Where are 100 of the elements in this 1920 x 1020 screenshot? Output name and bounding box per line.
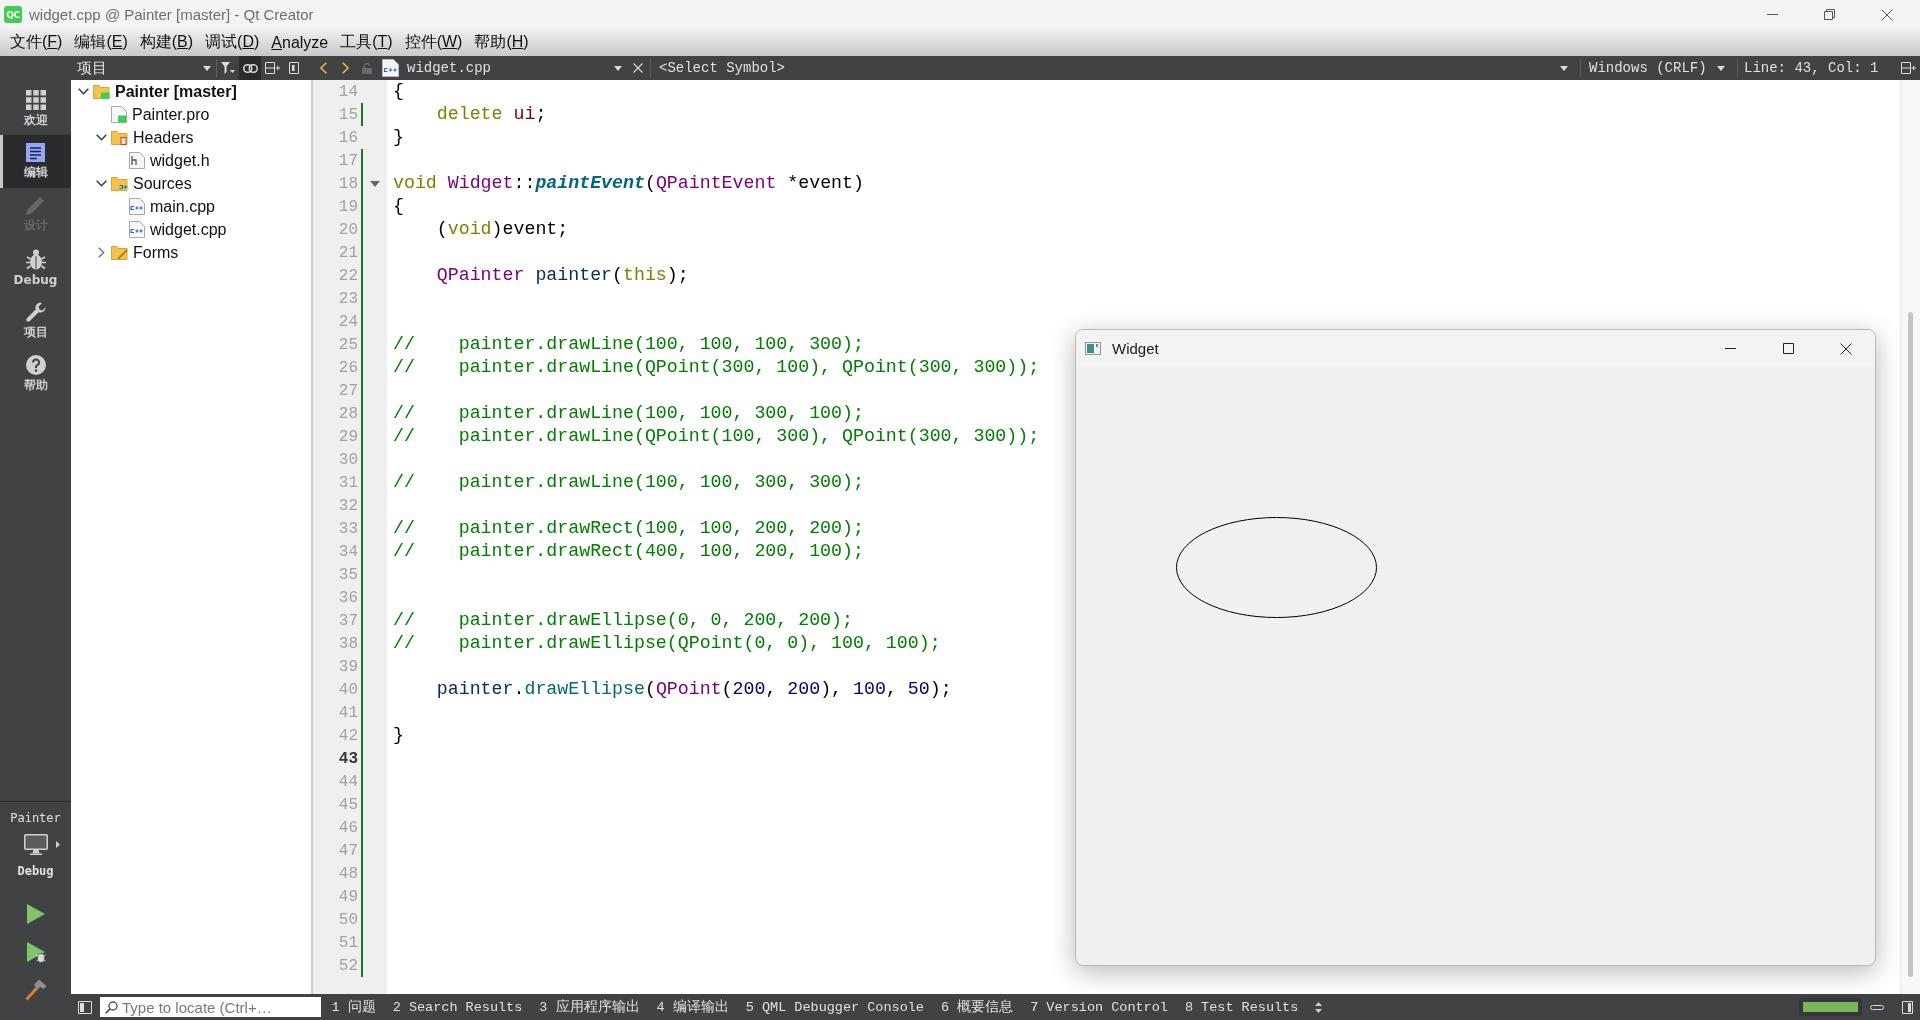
fold-marker-icon[interactable]: [370, 180, 380, 187]
chevron-right-icon[interactable]: [341, 62, 349, 74]
chevron-right-icon[interactable]: [97, 247, 105, 258]
output-pane-button[interactable]: 2 Search Results: [384, 994, 531, 1020]
target-selector[interactable]: Painter Debug: [0, 802, 71, 879]
chevron-down-icon[interactable]: [77, 88, 89, 95]
filter-icon[interactable]: [221, 62, 235, 74]
output-pane-button[interactable]: 6 概要信息: [932, 994, 1022, 1020]
code-line: }: [393, 126, 404, 149]
menu-item[interactable]: Analyze: [265, 29, 335, 56]
line-number: 43: [338, 749, 358, 768]
tree-item[interactable]: Painter [master]: [115, 82, 237, 101]
cursor-position[interactable]: Line: 43, Col: 1: [1740, 56, 1896, 80]
code-line: // painter.drawEllipse(QPoint(0, 0), 100, 100);: [393, 632, 941, 655]
code-line: // painter.drawEllipse(0, 0, 200, 200);: [393, 609, 853, 632]
chevron-down-icon[interactable]: [95, 134, 107, 141]
grid-icon: [25, 90, 46, 110]
code-line: delete ui;: [436, 103, 547, 126]
line-number: 25: [338, 335, 358, 354]
menu-item[interactable]: 工具(T): [334, 29, 399, 56]
hammer-icon[interactable]: [24, 979, 47, 1001]
up-down-arrows-icon[interactable]: [1314, 1001, 1322, 1013]
menu-item[interactable]: 帮助(H): [468, 29, 535, 56]
line-ending-selector[interactable]: Windows (CRLF): [1583, 56, 1733, 80]
code-line: // painter.drawLine(QPoint(300, 100), QPoint(300, 300));: [393, 356, 1040, 379]
sidebar-toggle-icon[interactable]: [78, 1000, 92, 1014]
code-line: // painter.drawLine(QPoint(100, 300), QPoint(300, 300));: [393, 425, 1040, 448]
link-toggle-button[interactable]: [239, 56, 261, 80]
mode-button[interactable]: 编辑: [0, 135, 71, 188]
document-icon: [26, 143, 45, 162]
caret-icon: [1717, 65, 1725, 71]
chevron-left-icon[interactable]: [319, 62, 327, 74]
mode-button[interactable]: Debug: [0, 241, 71, 294]
line-number: 49: [338, 887, 358, 906]
code-line: // painter.drawLine(100, 100, 300, 100);: [393, 402, 864, 425]
split-add-icon[interactable]: [1900, 62, 1916, 74]
line-number: 36: [338, 588, 358, 607]
close-icon[interactable]: [1840, 342, 1852, 355]
locator-field[interactable]: Type to locate (Ctrl+…: [100, 997, 321, 1017]
code-line: // painter.drawLine(100, 100, 100, 300);: [393, 333, 864, 356]
line-number: 19: [338, 197, 358, 216]
tree-item[interactable]: Headers: [133, 128, 194, 147]
chevron-down-icon[interactable]: [95, 180, 107, 187]
play-icon[interactable]: [26, 904, 45, 924]
line-number: 35: [338, 565, 358, 584]
folder-icon: [111, 176, 128, 191]
menu-item[interactable]: 调试(D): [199, 29, 266, 56]
split-add-icon[interactable]: [264, 62, 280, 74]
scrollbar[interactable]: [1900, 80, 1920, 994]
file-icon: [111, 106, 127, 123]
app-logo: QC: [4, 6, 22, 23]
maximize-icon[interactable]: [1782, 343, 1794, 354]
code-line: }: [393, 724, 404, 747]
sidebar-toggle-icon[interactable]: [1902, 1000, 1913, 1014]
line-number: 37: [338, 611, 358, 630]
close-icon[interactable]: [1880, 8, 1893, 21]
folder-icon: [111, 245, 128, 260]
mode-button[interactable]: 帮助: [0, 347, 71, 400]
help-icon: [25, 355, 46, 375]
file-icon: [129, 152, 145, 169]
symbol-selector[interactable]: <Select Symbol>: [653, 56, 1576, 80]
line-number: 14: [338, 82, 358, 101]
tree-item[interactable]: widget.cpp: [150, 220, 227, 239]
menu-item[interactable]: 构建(B): [133, 29, 200, 56]
menu-item[interactable]: 控件(W): [398, 29, 469, 56]
link-icon: [242, 63, 258, 73]
window-title: widget.cpp @ Painter [master] - Qt Creator: [29, 6, 314, 23]
progress-details-icon[interactable]: [1870, 1004, 1884, 1010]
code-line: {: [393, 80, 404, 103]
menu-item[interactable]: 编辑(E): [68, 29, 134, 56]
menu-item[interactable]: 文件(F): [4, 29, 69, 56]
tree-item[interactable]: widget.h: [150, 151, 210, 170]
tree-item[interactable]: Sources: [133, 174, 192, 193]
tree-item[interactable]: main.cpp: [150, 197, 215, 216]
output-pane-button[interactable]: 4 编译输出: [648, 994, 738, 1020]
bug-icon: [25, 249, 46, 270]
line-number: 27: [338, 381, 358, 400]
output-pane-button[interactable]: 3 应用程序输出: [530, 994, 649, 1020]
scrollbar-thumb[interactable]: [1908, 312, 1913, 977]
mode-button[interactable]: 项目: [0, 294, 71, 347]
line-number: 21: [338, 243, 358, 262]
minimize-icon[interactable]: [1724, 348, 1736, 349]
line-number: 22: [338, 266, 358, 285]
tree-item[interactable]: Painter.pro: [132, 105, 210, 124]
tree-item[interactable]: Forms: [133, 243, 179, 262]
close-pane-icon[interactable]: [289, 62, 299, 74]
file-selector[interactable]: widget.cpp: [381, 56, 630, 80]
restore-icon[interactable]: [1824, 9, 1835, 20]
pane-selector[interactable]: 项目: [74, 56, 216, 80]
line-number: 39: [338, 657, 358, 676]
line-number: 45: [338, 795, 358, 814]
line-number: 16: [338, 128, 358, 147]
caret-icon: [1560, 65, 1568, 71]
play-bug-icon[interactable]: [26, 942, 47, 963]
output-pane-button[interactable]: 1 问题: [323, 994, 385, 1020]
mode-button[interactable]: 欢迎: [0, 82, 71, 135]
output-pane-button[interactable]: 5 QML Debugger Console: [737, 994, 933, 1020]
output-pane-button[interactable]: 7 Version Control: [1021, 994, 1177, 1020]
line-number: 32: [338, 496, 358, 515]
output-pane-button[interactable]: 8 Test Results: [1176, 994, 1307, 1020]
